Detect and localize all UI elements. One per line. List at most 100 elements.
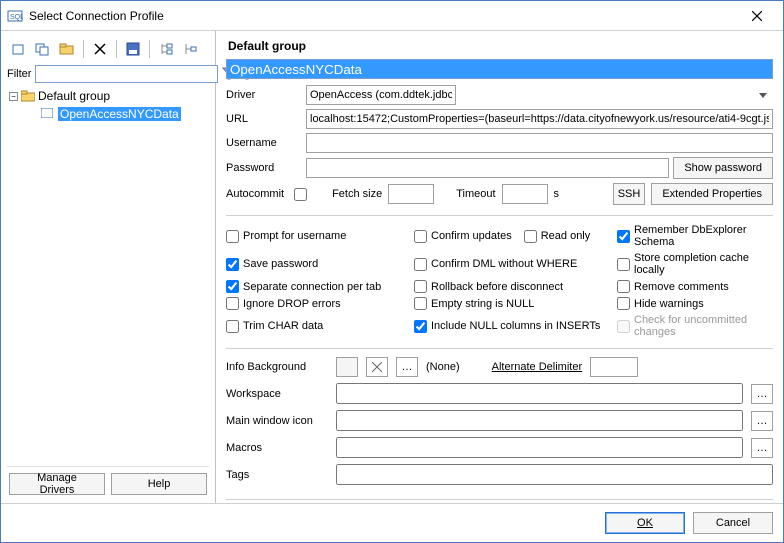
infobg-browse-button[interactable]: … <box>396 357 418 377</box>
svg-text:SQL: SQL <box>10 14 23 21</box>
autocommit-label: Autocommit <box>226 188 284 200</box>
options-row: Autocommit Fetch size Timeout s SSH Exte… <box>226 183 773 216</box>
expand-tree-icon[interactable] <box>156 39 176 59</box>
macros-input[interactable] <box>336 437 743 458</box>
copy-profile-icon[interactable] <box>33 39 53 59</box>
hide-warnings-check[interactable]: Hide warnings <box>617 297 773 310</box>
new-profile-icon[interactable] <box>9 39 29 59</box>
tags-label: Tags <box>226 469 328 481</box>
password-row: Password Show password <box>226 157 773 179</box>
driver-row: Driver <box>226 85 773 105</box>
workspace-label: Workspace <box>226 388 328 400</box>
username-row: Username <box>226 133 773 153</box>
dialog-window: SQL Select Connection Profile Filter <box>0 0 784 543</box>
alt-delim-input[interactable] <box>590 357 638 377</box>
infobg-color-swatch[interactable] <box>336 357 358 377</box>
toolbar-separator <box>116 40 117 58</box>
collapse-tree-icon[interactable] <box>180 39 200 59</box>
main-icon-input[interactable] <box>336 410 743 431</box>
rollback-check[interactable]: Rollback before disconnect <box>414 280 609 293</box>
save-icon[interactable] <box>123 39 143 59</box>
ssh-button[interactable]: SSH <box>613 183 646 205</box>
trim-char-check[interactable]: Trim CHAR data <box>226 314 406 338</box>
username-label: Username <box>226 137 306 149</box>
tags-input[interactable] <box>336 464 773 485</box>
right-pane: Default group Driver URL Username Passwo… <box>216 31 783 503</box>
timeout-label: Timeout <box>456 188 495 200</box>
info-bg-row: Info Background … (None) Alternate Delim… <box>226 357 773 377</box>
profile-tree[interactable]: − Default group OpenAccessNYCData <box>7 87 209 462</box>
window-title: Select Connection Profile <box>29 9 737 23</box>
toolbar-separator <box>83 40 84 58</box>
username-input[interactable] <box>306 133 773 153</box>
workspace-row: Workspace … <box>226 383 773 404</box>
main-icon-row: Main window icon … <box>226 410 773 431</box>
window-close-button[interactable] <box>737 2 777 30</box>
ignore-drop-check[interactable]: Ignore DROP errors <box>226 297 406 310</box>
ok-button[interactable]: OK <box>605 512 685 534</box>
tree-profile-item[interactable]: OpenAccessNYCData <box>9 105 209 123</box>
confirm-dml-check[interactable]: Confirm DML without WHERE <box>414 252 609 276</box>
filter-label: Filter <box>7 68 31 80</box>
info-bg-label: Info Background <box>226 361 328 373</box>
separate-conn-check[interactable]: Separate connection per tab <box>226 280 406 293</box>
empty-null-check[interactable]: Empty string is NULL <box>414 297 609 310</box>
tags-row: Tags <box>226 464 773 485</box>
include-null-check[interactable]: Include NULL columns in INSERTs <box>414 314 609 338</box>
confirm-updates-check[interactable]: Confirm updates <box>414 224 512 248</box>
main-icon-label: Main window icon <box>226 415 328 427</box>
show-password-button[interactable]: Show password <box>673 157 773 179</box>
tree-group-label: Default group <box>38 89 110 103</box>
profile-toolbar <box>7 37 209 65</box>
workspace-input[interactable] <box>336 383 743 404</box>
driver-label: Driver <box>226 89 306 101</box>
profile-name-input[interactable] <box>226 59 773 79</box>
password-input[interactable] <box>306 158 669 178</box>
remember-schema-check[interactable]: Remember DbExplorer Schema <box>617 224 773 248</box>
infobg-clear-button[interactable] <box>366 357 388 377</box>
left-pane: Filter − Default group OpenAccessNYCData <box>1 31 216 503</box>
driver-select[interactable] <box>306 85 456 105</box>
folder-icon <box>21 90 35 102</box>
left-bottom-buttons: Manage Drivers Help <box>7 466 209 497</box>
url-row: URL <box>226 109 773 129</box>
filter-row: Filter <box>7 65 209 83</box>
store-cache-check[interactable]: Store completion cache locally <box>617 252 773 276</box>
new-folder-icon[interactable] <box>57 39 77 59</box>
infobg-value: (None) <box>426 361 460 373</box>
prompt-username-check[interactable]: Prompt for username <box>226 224 406 248</box>
tree-root-row: − Default group OpenAccessNYCData <box>7 87 209 123</box>
read-only-check[interactable]: Read only <box>524 224 591 248</box>
dialog-footer: OK Cancel <box>1 503 783 542</box>
info-section: Info Background … (None) Alternate Delim… <box>226 357 773 500</box>
app-sql-icon: SQL <box>7 8 23 24</box>
autocommit-checkbox[interactable] <box>294 188 307 201</box>
alt-delim-label: Alternate Delimiter <box>492 361 582 373</box>
macros-label: Macros <box>226 442 328 454</box>
driver-select-wrap <box>306 85 773 105</box>
filter-input[interactable] <box>35 65 218 83</box>
fetch-size-input[interactable] <box>388 184 434 204</box>
url-input[interactable] <box>306 109 773 129</box>
checkbox-grid: Prompt for username Confirm updates Read… <box>226 224 773 349</box>
toolbar-separator <box>149 40 150 58</box>
url-label: URL <box>226 113 306 125</box>
cancel-button[interactable]: Cancel <box>693 512 773 534</box>
fetch-size-label: Fetch size <box>332 188 382 200</box>
extended-properties-button[interactable]: Extended Properties <box>651 183 773 205</box>
manage-drivers-button[interactable]: Manage Drivers <box>9 473 105 495</box>
main-icon-browse-button[interactable]: … <box>751 411 773 431</box>
check-uncommitted-check: Check for uncommitted changes <box>617 314 773 338</box>
tree-group-item[interactable]: − Default group <box>9 87 209 105</box>
macros-browse-button[interactable]: … <box>751 438 773 458</box>
timeout-input[interactable] <box>502 184 548 204</box>
workspace-browse-button[interactable]: … <box>751 384 773 404</box>
group-heading: Default group <box>228 39 773 53</box>
titlebar: SQL Select Connection Profile <box>1 1 783 31</box>
dialog-body: Filter − Default group OpenAccessNYCData <box>1 31 783 503</box>
remove-comments-check[interactable]: Remove comments <box>617 280 773 293</box>
help-button[interactable]: Help <box>111 473 207 495</box>
tree-expander-icon[interactable]: − <box>9 92 18 101</box>
save-password-check[interactable]: Save password <box>226 252 406 276</box>
delete-icon[interactable] <box>90 39 110 59</box>
